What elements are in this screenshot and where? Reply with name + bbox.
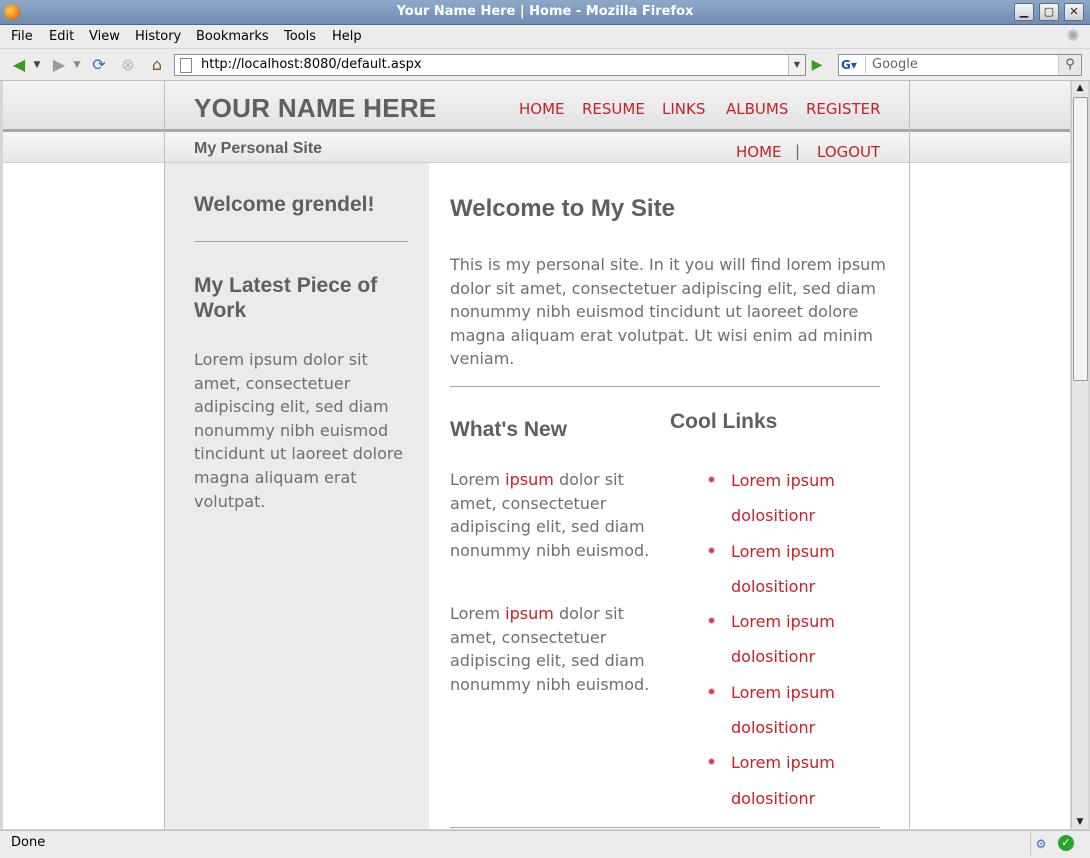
topnav-home[interactable]: HOME [519, 100, 565, 118]
scroll-down-arrow-icon[interactable]: ▼ [1072, 815, 1088, 829]
subnav-home[interactable]: HOME [736, 143, 782, 161]
window-title: Your Name Here | Home - Mozilla Firefox [396, 4, 694, 19]
sidebar-work-text: Lorem ipsum dolor sit amet, consectetuer… [194, 350, 403, 511]
topnav-albums[interactable]: ALBUMS [726, 100, 788, 118]
site-title[interactable]: YOUR NAME HERE [194, 93, 437, 124]
scroll-up-arrow-icon[interactable]: ▲ [1072, 81, 1088, 95]
cool-link-item[interactable]: Lorem ipsum dolositionr [703, 534, 883, 605]
url-history-dropdown-icon[interactable]: ▼ [788, 55, 805, 75]
site-subtitle: My Personal Site [194, 140, 323, 157]
url-bar[interactable]: http://localhost:8080/default.aspx ▼ [174, 54, 806, 76]
subnav-separator: | [795, 142, 801, 160]
main-bottom-divider [450, 827, 880, 828]
navigation-toolbar: ◀ ▼ ▶ ▼ ⟳ ⊗ ⌂ http://localhost:8080/defa… [0, 49, 1090, 81]
throbber-icon: ✺ [1066, 26, 1080, 45]
url-input[interactable]: http://localhost:8080/default.aspx [201, 57, 422, 72]
topnav-resume[interactable]: RESUME [582, 100, 645, 118]
window-title-bar[interactable]: Your Name Here | Home - Mozilla Firefox … [0, 0, 1090, 25]
bullet-icon [709, 477, 714, 482]
cool-link-text[interactable]: Lorem ipsum dolositionr [731, 612, 835, 666]
menu-file[interactable]: File [11, 29, 33, 44]
cool-link-text[interactable]: Lorem ipsum dolositionr [731, 542, 835, 596]
bullet-icon [709, 618, 714, 624]
news-item-link[interactable]: ipsum [505, 470, 554, 489]
cool-link-item[interactable]: Lorem ipsum dolositionr [703, 463, 883, 534]
cool-links-heading: Cool Links [670, 410, 778, 433]
search-bar[interactable]: G▾ Google ⚲ [838, 54, 1082, 76]
menu-bar: File Edit View History Bookmarks Tools H… [0, 25, 1090, 48]
news-item: Lorem ipsum dolor sit amet, consectetuer… [450, 602, 650, 696]
back-arrow-icon[interactable]: ◀ [8, 55, 30, 75]
home-icon[interactable]: ⌂ [146, 55, 168, 75]
news-item: Lorem ipsum dolor sit amet, consectetuer… [450, 468, 650, 562]
menu-view[interactable]: View [89, 29, 120, 44]
news-item-link[interactable]: ipsum [505, 604, 554, 623]
sidebar-work-heading-line2: Work [194, 299, 247, 322]
search-engine-google-icon[interactable]: G▾ [841, 56, 866, 74]
minimize-button[interactable]: ▁ [1014, 3, 1034, 21]
bullet-icon [709, 759, 714, 765]
page-icon [180, 58, 192, 73]
menu-help[interactable]: Help [332, 29, 362, 44]
menu-bookmarks[interactable]: Bookmarks [196, 29, 269, 44]
whats-new-heading: What's New [450, 418, 568, 441]
status-text: Done [11, 835, 46, 850]
cool-link-item[interactable]: Lorem ipsum dolositionr [703, 745, 883, 816]
sidebar-work-heading: My Latest Piece of Work [194, 273, 377, 323]
menu-edit[interactable]: Edit [49, 29, 74, 44]
sidebar-welcome: Welcome grendel! [194, 193, 375, 216]
go-arrow-icon[interactable]: ▶ [806, 54, 828, 76]
page-viewport: YOUR NAME HERE HOME RESUME LINKS ALBUMS … [3, 81, 1070, 829]
main-heading: Welcome to My Site [450, 195, 675, 222]
cool-link-text[interactable]: Lorem ipsum dolositionr [731, 471, 835, 525]
reload-icon[interactable]: ⟳ [88, 55, 110, 75]
news-item-lead: Lorem [450, 604, 501, 623]
bullet-icon [709, 547, 714, 553]
security-check-icon[interactable]: ✓ [1058, 835, 1074, 851]
sidebar-work-heading-line1: My Latest Piece of [194, 274, 378, 297]
subnav-logout[interactable]: LOGOUT [817, 143, 880, 161]
status-bar: Done ⚙ ✓ [0, 830, 1090, 858]
menu-tools[interactable]: Tools [284, 29, 316, 44]
close-button[interactable]: ✕ [1064, 3, 1084, 21]
topnav-links[interactable]: LINKS [662, 100, 705, 118]
intro-text: This is my personal site. In it you will… [450, 255, 886, 369]
vertical-scrollbar[interactable]: ▲ ▼ [1071, 81, 1088, 829]
forward-arrow-icon[interactable]: ▶ [48, 55, 70, 75]
forward-history-dropdown-icon[interactable]: ▼ [72, 55, 82, 75]
scroll-thumb[interactable] [1073, 97, 1088, 381]
network-activity-icon[interactable]: ⚙ [1030, 833, 1051, 855]
search-input[interactable]: Google [872, 57, 918, 72]
main-divider [450, 386, 880, 387]
cool-link-text[interactable]: Lorem ipsum dolositionr [731, 753, 835, 807]
bullet-icon [709, 688, 714, 694]
news-item-lead: Lorem [450, 470, 501, 489]
cool-link-item[interactable]: Lorem ipsum dolositionr [703, 675, 883, 746]
stop-icon[interactable]: ⊗ [118, 55, 138, 75]
sidebar-divider [194, 241, 408, 242]
cool-links-list: Lorem ipsum dolositionr Lorem ipsum dolo… [703, 463, 883, 816]
menu-history[interactable]: History [135, 29, 181, 44]
topnav-register[interactable]: REGISTER [806, 100, 881, 118]
back-history-dropdown-icon[interactable]: ▼ [32, 55, 42, 75]
maximize-button[interactable]: ▢ [1039, 3, 1059, 21]
cool-link-item[interactable]: Lorem ipsum dolositionr [703, 604, 883, 675]
cool-link-text[interactable]: Lorem ipsum dolositionr [731, 683, 835, 737]
search-icon[interactable]: ⚲ [1058, 55, 1081, 75]
